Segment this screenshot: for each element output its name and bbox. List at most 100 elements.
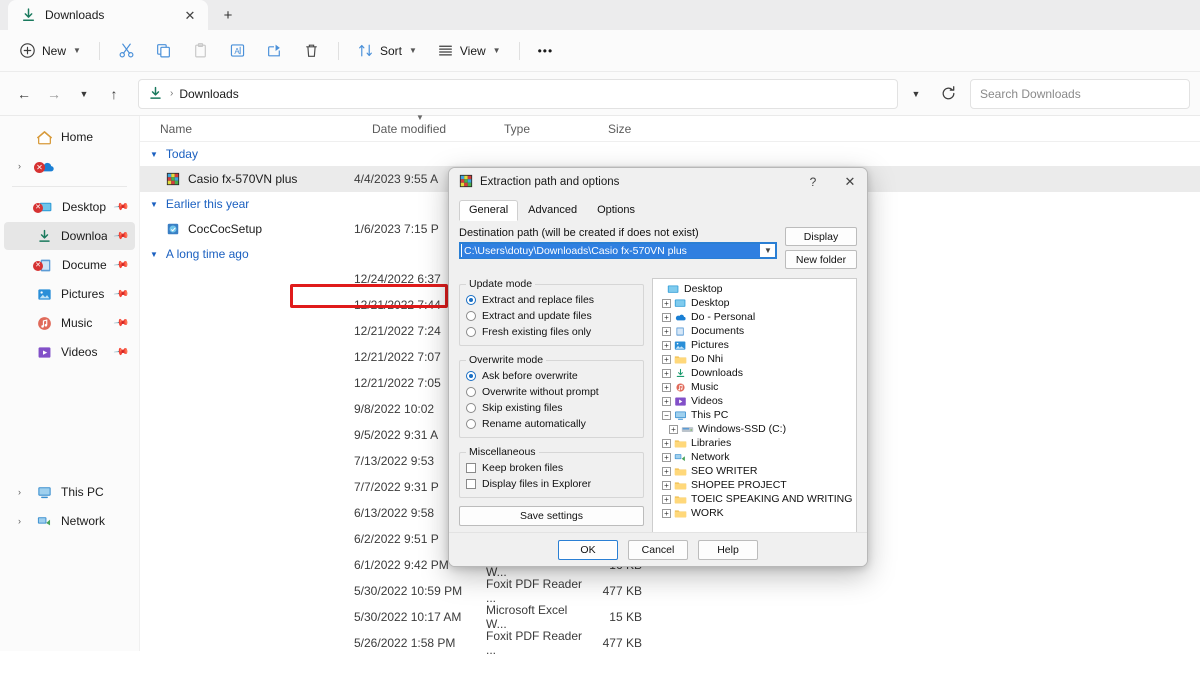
table-row[interactable]: 5/30/2022 10:17 AM Microsoft Excel W... 15… — [140, 603, 1200, 631]
tree-node-windows-ssd-c[interactable]: + Windows-SSD (C:) — [655, 422, 854, 436]
breadcrumb-downloads[interactable]: Downloads — [179, 87, 238, 101]
tree-node-work[interactable]: + WORK — [655, 506, 854, 520]
help-icon[interactable]: ? — [798, 169, 828, 195]
column-header-type[interactable]: Type — [502, 122, 606, 136]
table-row[interactable]: 5/30/2022 10:59 PM Foxit PDF Reader ... 47… — [140, 577, 1200, 605]
save-settings-button[interactable]: Save settings — [459, 506, 644, 526]
tree-node-music[interactable]: + Music — [655, 380, 854, 394]
close-icon[interactable]: ✕ — [835, 169, 865, 195]
tree-expander-icon[interactable]: + — [662, 368, 671, 378]
radio-extract-and-replace-files[interactable]: Extract and replace files — [466, 292, 637, 308]
radio-extract-and-update-files[interactable]: Extract and update files — [466, 308, 637, 324]
column-header-name[interactable]: Name — [158, 122, 370, 136]
breadcrumb[interactable]: › Downloads — [138, 78, 898, 109]
refresh-button[interactable] — [934, 80, 962, 108]
sort-button[interactable]: Sort ▼ — [348, 36, 426, 66]
pin-icon[interactable]: 📌 — [112, 344, 129, 360]
pin-icon[interactable]: 📌 — [112, 199, 129, 215]
up-button[interactable]: ↑ — [100, 80, 128, 108]
share-button[interactable] — [257, 36, 292, 66]
tree-expander-icon[interactable]: + — [662, 340, 671, 350]
ok-button[interactable]: OK — [558, 539, 618, 560]
checkbox-keep-broken-files[interactable]: Keep broken files — [466, 460, 637, 476]
recent-locations-button[interactable]: ▼ — [70, 80, 98, 108]
tab-general[interactable]: General — [459, 200, 519, 221]
tree-node-do-personal[interactable]: + Do - Personal — [655, 310, 854, 324]
forward-button[interactable]: → — [40, 80, 68, 108]
sidebar-item-onedrive[interactable]: › ✕ — [4, 152, 135, 180]
view-button[interactable]: View ▼ — [428, 36, 510, 66]
tree-expander-icon[interactable]: + — [662, 494, 671, 504]
pin-icon[interactable]: 📌 — [112, 257, 129, 273]
tree-node-libraries[interactable]: + Libraries — [655, 436, 854, 450]
tree-node-shopee-project[interactable]: + SHOPEE PROJECT — [655, 478, 854, 492]
pin-icon[interactable]: 📌 — [112, 315, 129, 331]
sidebar-item-home[interactable]: Home — [4, 123, 135, 151]
checkbox-display-files-in-explorer[interactable]: Display files in Explorer — [466, 476, 637, 492]
sidebar-item-documents[interactable]: ✕ Documents 📌 — [4, 251, 135, 279]
tree-node-do-nhi[interactable]: + Do Nhi — [655, 352, 854, 366]
rename-button[interactable]: A — [220, 36, 255, 66]
sidebar-item-downloads[interactable]: Downloads 📌 — [4, 222, 135, 250]
sidebar-item-network[interactable]: › Network — [4, 507, 135, 535]
more-options-button[interactable]: ••• — [529, 36, 563, 66]
sidebar-item-desktop[interactable]: ✕ Desktop 📌 — [4, 193, 135, 221]
tree-node-desktop[interactable]: Desktop — [655, 282, 854, 296]
dialog-title-bar[interactable]: Extraction path and options ? ✕ — [449, 168, 867, 196]
tab-options[interactable]: Options — [587, 200, 645, 221]
delete-button[interactable] — [294, 36, 329, 66]
tree-node-desktop[interactable]: + Desktop — [655, 296, 854, 310]
tree-expander-icon[interactable]: + — [662, 466, 671, 476]
tree-node-toeic-speaking-and-writing[interactable]: + TOEIC SPEAKING AND WRITING — [655, 492, 854, 506]
plus-icon[interactable]: + — [214, 2, 242, 28]
close-icon[interactable]: ✕ — [180, 5, 200, 25]
tab-advanced[interactable]: Advanced — [518, 200, 587, 221]
search-input[interactable]: Search Downloads — [970, 78, 1190, 109]
radio-ask-before-overwrite[interactable]: Ask before overwrite — [466, 368, 637, 384]
tree-expander-icon[interactable]: + — [662, 298, 671, 308]
tree-expander-icon[interactable]: + — [662, 326, 671, 336]
sidebar-item-videos[interactable]: Videos 📌 — [4, 338, 135, 366]
tree-node-videos[interactable]: + Videos — [655, 394, 854, 408]
new-button[interactable]: New ▼ — [10, 36, 90, 66]
tree-expander-icon[interactable]: + — [662, 480, 671, 490]
radio-fresh-existing-files-only[interactable]: Fresh existing files only — [466, 324, 637, 340]
tree-node-network[interactable]: + Network — [655, 450, 854, 464]
radio-rename-automatically[interactable]: Rename automatically — [466, 416, 637, 432]
cancel-button[interactable]: Cancel — [628, 539, 688, 560]
tree-node-pictures[interactable]: + Pictures — [655, 338, 854, 352]
tab-downloads[interactable]: Downloads ✕ — [8, 0, 208, 30]
sidebar-item-pictures[interactable]: Pictures 📌 — [4, 280, 135, 308]
cut-button[interactable] — [109, 36, 144, 66]
table-row[interactable]: 5/26/2022 1:58 PM Foxit PDF Reader ... 477… — [140, 629, 1200, 657]
tree-node-documents[interactable]: + Documents — [655, 324, 854, 338]
tree-expander-icon[interactable]: + — [662, 354, 671, 364]
address-history-button[interactable]: ▼ — [902, 80, 930, 108]
group-header-today[interactable]: ▼ Today — [140, 142, 1200, 166]
display-button[interactable]: Display — [785, 227, 857, 246]
pin-icon[interactable]: 📌 — [112, 286, 129, 302]
radio-skip-existing-files[interactable]: Skip existing files — [466, 400, 637, 416]
chevron-down-icon[interactable]: ▼ — [761, 244, 775, 257]
sidebar-item-this-pc[interactable]: › This PC — [4, 478, 135, 506]
folder-tree[interactable]: Desktop + Desktop + Do - Personal + Documents +… — [652, 278, 857, 543]
tree-expander-icon[interactable]: + — [669, 424, 678, 434]
sidebar-item-music[interactable]: Music 📌 — [4, 309, 135, 337]
copy-button[interactable] — [146, 36, 181, 66]
paste-button[interactable] — [183, 36, 218, 66]
new-folder-button[interactable]: New folder — [785, 250, 857, 269]
tree-expander-icon[interactable]: + — [662, 508, 671, 518]
column-header-size[interactable]: Size — [606, 122, 676, 136]
tree-expander-icon[interactable]: + — [662, 438, 671, 448]
tree-expander-icon[interactable]: − — [662, 410, 671, 420]
tree-node-this-pc[interactable]: − This PC — [655, 408, 854, 422]
pin-icon[interactable]: 📌 — [112, 228, 129, 244]
tree-expander-icon[interactable]: + — [662, 452, 671, 462]
tree-expander-icon[interactable]: + — [662, 382, 671, 392]
tree-node-downloads[interactable]: + Downloads — [655, 366, 854, 380]
tree-expander-icon[interactable]: + — [662, 396, 671, 406]
tree-expander-icon[interactable]: + — [662, 312, 671, 322]
help-button[interactable]: Help — [698, 539, 758, 560]
back-button[interactable]: ← — [10, 80, 38, 108]
radio-overwrite-without-prompt[interactable]: Overwrite without prompt — [466, 384, 637, 400]
